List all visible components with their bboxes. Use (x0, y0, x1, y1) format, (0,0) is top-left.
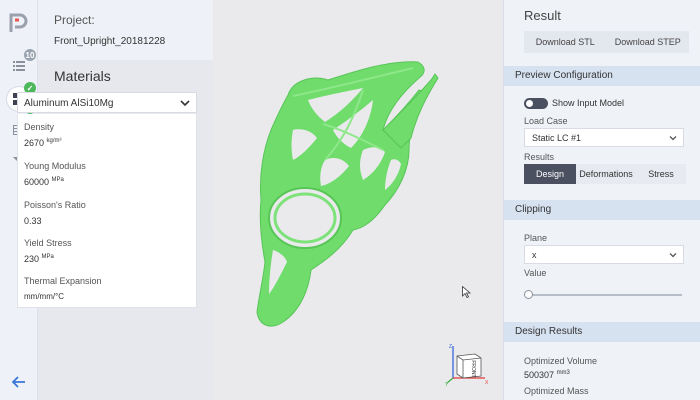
mouse-cursor-icon (462, 286, 471, 298)
slider-thumb[interactable] (524, 290, 533, 299)
property-poissons-ratio: Poisson's Ratio 0.33 (24, 200, 86, 226)
app-window: 10 ✓ ✓ ✓ (0, 0, 700, 400)
material-properties: Density 2670 kg/m³ Young Modulus 60000 M… (17, 114, 197, 308)
optimized-mass-label: Optimized Mass (524, 386, 589, 396)
download-step-button[interactable]: Download STEP (607, 31, 690, 53)
project-name: Front_Upright_20181228 (54, 36, 166, 47)
preview-configuration-header: Preview Configuration (504, 66, 700, 86)
download-bar: Download STL Download STEP (524, 31, 689, 53)
optimized-part-model (256, 61, 439, 327)
show-input-model-label: Show Input Model (552, 98, 625, 108)
project-label: Project: (54, 13, 95, 27)
property-value: 230 MPa (24, 254, 54, 264)
tab-deformations[interactable]: Deformations (576, 164, 636, 184)
tab-design[interactable]: Design (524, 164, 576, 184)
optimized-volume-label: Optimized Volume (524, 356, 598, 366)
plane-select[interactable]: x (524, 245, 684, 264)
chevron-down-icon (669, 136, 677, 141)
slider-track (528, 294, 682, 296)
value-label: Value (524, 268, 547, 278)
load-case-label: Load Case (524, 116, 568, 126)
download-stl-button[interactable]: Download STL (524, 31, 607, 53)
plane-label: Plane (524, 233, 548, 243)
result-title: Result (524, 8, 561, 23)
back-arrow-icon[interactable] (11, 374, 27, 390)
orientation-cube[interactable]: FRONT Z X Y (445, 342, 489, 386)
property-yield-stress: Yield Stress 230 MPa (24, 238, 72, 264)
rail-list-button[interactable]: 10 (7, 49, 36, 78)
property-name: Density (24, 122, 55, 132)
cube-x-label: X (485, 380, 489, 386)
cube-face-label: FRONT (470, 360, 476, 377)
property-value: mm/mm/°C (24, 292, 65, 301)
clipping-header: Clipping (504, 200, 700, 220)
project-header: Project: Front_Upright_20181228 (38, 0, 213, 60)
clipping-value-slider[interactable] (524, 290, 682, 300)
list-icon (13, 61, 25, 71)
results-segmented-control: Design Deformations Stress (524, 164, 686, 184)
design-results-header: Design Results (504, 322, 700, 342)
results-label: Results (524, 152, 555, 162)
optimized-volume-value: 500307 mm3 (524, 370, 570, 380)
material-select-value: Aluminum AlSi10Mg (24, 98, 114, 109)
property-name: Yield Stress (24, 238, 72, 248)
material-select[interactable]: Aluminum AlSi10Mg (17, 92, 197, 113)
result-panel: Result Download STL Download STEP Previe… (503, 0, 700, 400)
materials-title: Materials (54, 68, 111, 84)
load-case-select[interactable]: Static LC #1 (524, 128, 684, 147)
load-case-value: Static LC #1 (532, 133, 582, 143)
property-name: Thermal Expansion (24, 276, 102, 286)
chevron-down-icon (180, 100, 190, 107)
property-young-modulus: Young Modulus 60000 MPa (24, 161, 86, 187)
tab-stress[interactable]: Stress (636, 164, 686, 184)
cube-z-label: Z (449, 344, 452, 350)
property-density: Density 2670 kg/m³ (24, 122, 62, 148)
property-thermal-expansion: Thermal Expansion mm/mm/°C (24, 276, 102, 301)
property-value: 0.33 (24, 216, 42, 226)
chevron-down-icon (669, 253, 677, 258)
property-name: Poisson's Ratio (24, 200, 86, 210)
plane-value: x (532, 250, 537, 260)
property-name: Young Modulus (24, 161, 86, 171)
logo-icon (9, 13, 28, 32)
3d-viewport[interactable]: FRONT Z X Y (213, 0, 503, 400)
rail-list-badge: 10 (24, 49, 36, 61)
property-value: 2670 kg/m³ (24, 138, 62, 148)
property-value: 60000 MPa (24, 177, 64, 187)
show-input-model-toggle[interactable] (524, 98, 548, 109)
